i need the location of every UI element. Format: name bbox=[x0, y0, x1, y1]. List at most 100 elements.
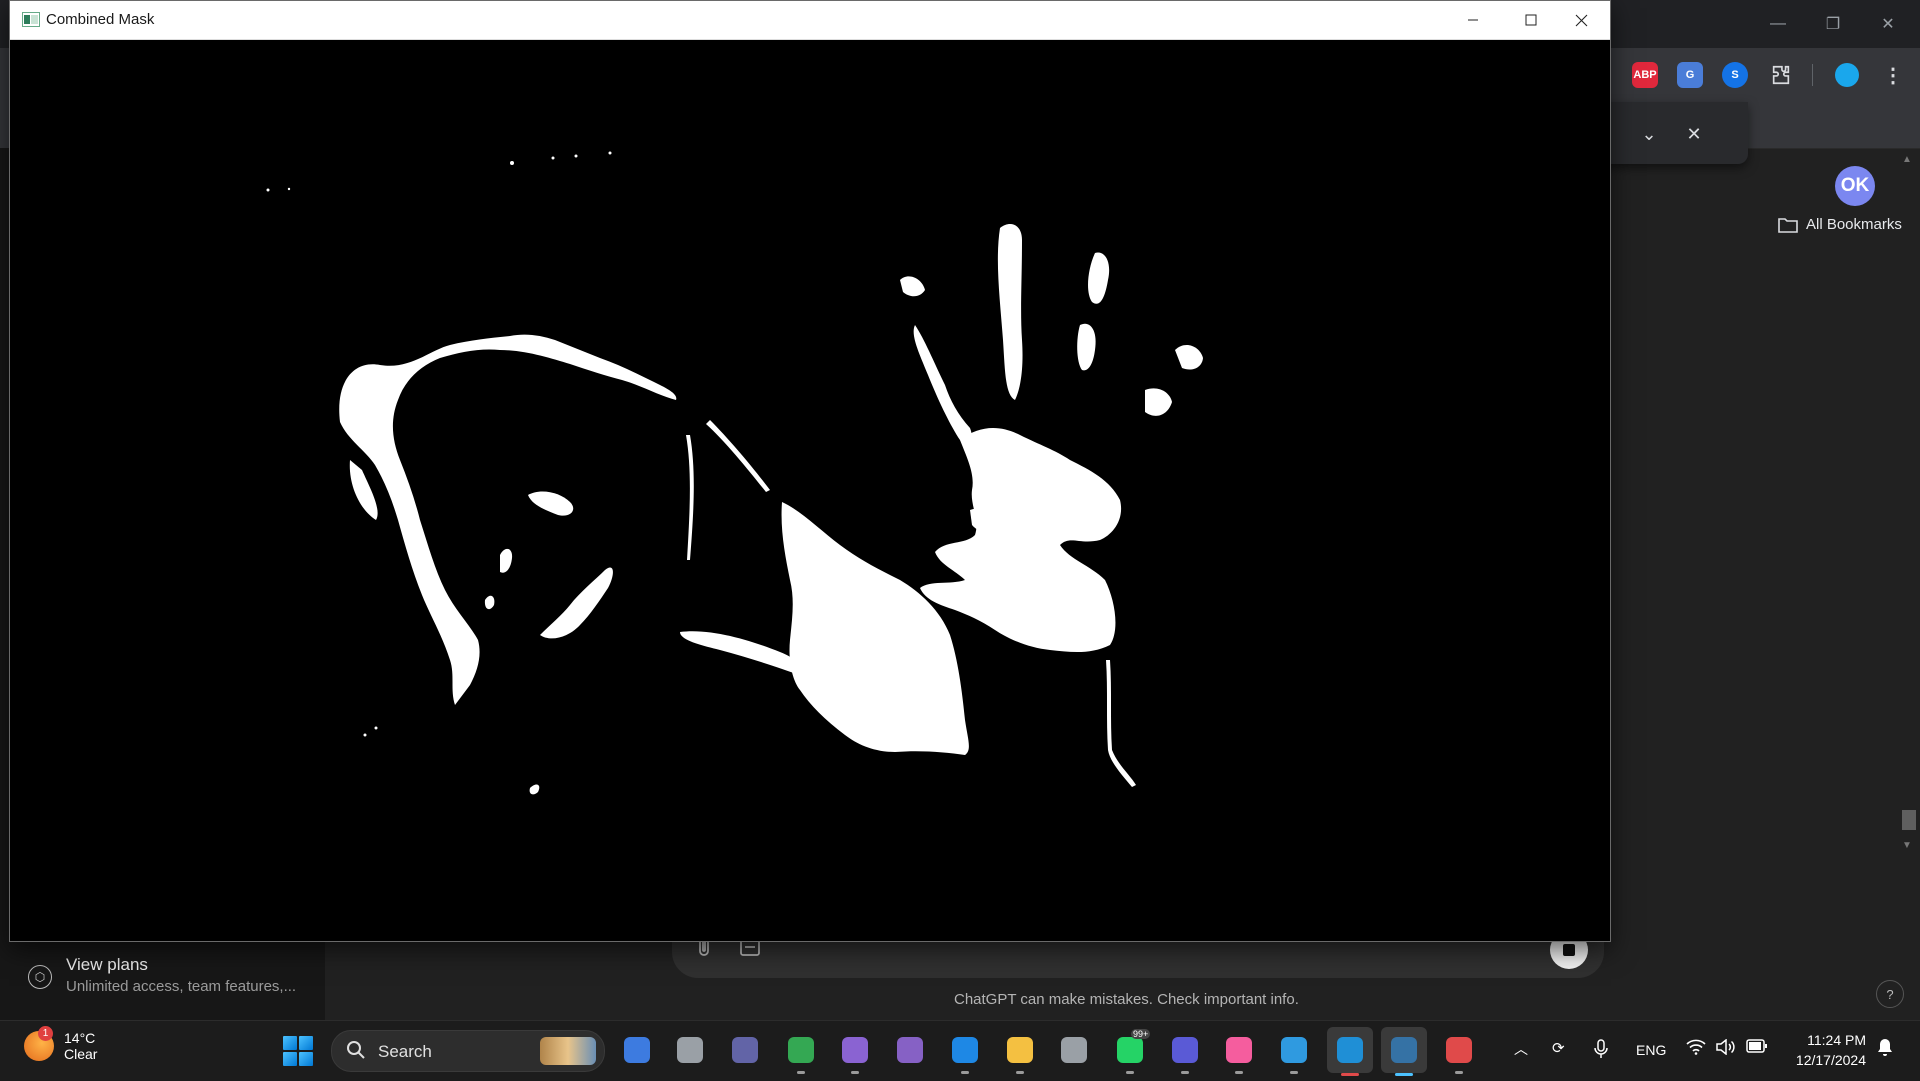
running-indicator bbox=[1126, 1071, 1134, 1074]
all-bookmarks-link[interactable]: All Bookmarks bbox=[1778, 216, 1902, 233]
window-titlebar[interactable]: Combined Mask bbox=[10, 1, 1610, 40]
adblock-plus-icon[interactable]: ABP bbox=[1632, 62, 1658, 88]
find-next-button[interactable]: ⌄ bbox=[1635, 120, 1663, 148]
notepad-glyph bbox=[1281, 1037, 1307, 1063]
weather-widget[interactable]: 1 14°C Clear bbox=[24, 1026, 98, 1062]
itunes-glyph bbox=[1226, 1037, 1252, 1063]
browser-minimize-button[interactable]: — bbox=[1758, 10, 1798, 38]
start-button[interactable] bbox=[283, 1036, 313, 1066]
whatsapp-badge: 99+ bbox=[1131, 1029, 1151, 1039]
help-button[interactable]: ? bbox=[1876, 980, 1904, 1008]
view-plans-subtitle: Unlimited access, team features,... bbox=[66, 978, 297, 995]
close-button[interactable] bbox=[1552, 1, 1610, 39]
teams-glyph bbox=[732, 1037, 758, 1063]
active-app-indicator bbox=[1395, 1073, 1413, 1076]
python-glyph bbox=[1391, 1037, 1417, 1063]
toolbar-divider bbox=[1812, 64, 1813, 86]
maximize-icon bbox=[1525, 14, 1537, 26]
running-indicator bbox=[961, 1071, 969, 1074]
vscode-glyph bbox=[952, 1037, 978, 1063]
browser-menu-icon[interactable]: ⋮ bbox=[1880, 62, 1906, 88]
browser-restore-button[interactable]: ❐ bbox=[1813, 10, 1853, 38]
microphone-icon[interactable] bbox=[1594, 1039, 1608, 1063]
running-indicator bbox=[1235, 1071, 1243, 1074]
google-translate-icon[interactable]: G bbox=[1677, 62, 1703, 88]
close-icon bbox=[1575, 14, 1587, 26]
search-label: Search bbox=[378, 1042, 432, 1061]
visual-studio-glyph bbox=[897, 1037, 923, 1063]
scrollbar-thumb[interactable] bbox=[1902, 810, 1916, 830]
view-plans-title: View plans bbox=[66, 955, 148, 974]
upgrade-icon: ⬡ bbox=[28, 965, 52, 989]
running-indicator bbox=[797, 1071, 805, 1074]
language-indicator[interactable]: ENG bbox=[1636, 1042, 1666, 1058]
scroll-down-arrow-icon[interactable]: ▼ bbox=[1902, 840, 1912, 851]
taskbar-search-box[interactable]: Search bbox=[331, 1030, 605, 1072]
file-explorer-icon[interactable] bbox=[1003, 1033, 1037, 1067]
wifi-icon[interactable] bbox=[1686, 1039, 1706, 1059]
running-indicator bbox=[851, 1071, 859, 1074]
shazam-icon[interactable]: S bbox=[1722, 62, 1748, 88]
sync-icon[interactable]: ⟳ bbox=[1552, 1039, 1565, 1057]
virtualbox-icon[interactable] bbox=[1057, 1033, 1091, 1067]
power-automate-icon[interactable] bbox=[838, 1033, 872, 1067]
user-avatar[interactable]: OK bbox=[1835, 166, 1875, 206]
running-indicator bbox=[1016, 1071, 1024, 1074]
folder-icon bbox=[1778, 217, 1798, 233]
browser-close-button[interactable]: ✕ bbox=[1868, 10, 1908, 38]
opencv-window-icon bbox=[22, 12, 40, 27]
all-bookmarks-label: All Bookmarks bbox=[1806, 216, 1902, 233]
combined-mask-window: Combined Mask bbox=[9, 0, 1611, 942]
paint-glyph bbox=[1337, 1037, 1363, 1063]
virtualbox-glyph bbox=[1061, 1037, 1087, 1063]
battery-icon[interactable] bbox=[1746, 1039, 1768, 1057]
find-close-button[interactable]: ✕ bbox=[1680, 120, 1708, 148]
scroll-up-arrow-icon[interactable]: ▲ bbox=[1902, 154, 1912, 165]
view-plans-button[interactable]: ⬡ View plans Unlimited access, team feat… bbox=[28, 955, 296, 995]
whatsapp-glyph bbox=[1117, 1037, 1143, 1063]
windows-logo-icon bbox=[283, 1036, 297, 1050]
running-indicator bbox=[1290, 1071, 1298, 1074]
running-indicator bbox=[1455, 1071, 1463, 1074]
itunes-icon[interactable] bbox=[1222, 1033, 1256, 1067]
windows-taskbar: 1 14°C Clear Search ︿ ⟳ ENG 11:24 PM 12/… bbox=[0, 1020, 1920, 1081]
cortana-glyph bbox=[1172, 1037, 1198, 1063]
visual-studio-icon[interactable] bbox=[893, 1033, 927, 1067]
disclaimer-text: ChatGPT can make mistakes. Check importa… bbox=[954, 991, 1299, 1008]
show-hidden-icons-chevron-icon[interactable]: ︿ bbox=[1514, 1039, 1528, 1059]
task-view-glyph bbox=[677, 1037, 703, 1063]
chrome-icon[interactable] bbox=[784, 1033, 818, 1067]
teams-icon[interactable] bbox=[728, 1033, 762, 1067]
chrome-glyph bbox=[788, 1037, 814, 1063]
notification-bell-icon[interactable] bbox=[1877, 1038, 1893, 1062]
stop-icon bbox=[1563, 944, 1575, 956]
file-explorer-glyph bbox=[1007, 1037, 1033, 1063]
snipping-tool-icon[interactable] bbox=[1442, 1033, 1476, 1067]
whatsapp-icon[interactable]: 99+ bbox=[1113, 1029, 1151, 1067]
python-icon[interactable] bbox=[1381, 1027, 1427, 1073]
system-clock[interactable]: 11:24 PM 12/17/2024 bbox=[1784, 1030, 1866, 1070]
minimize-icon bbox=[1468, 19, 1478, 21]
task-view-icon[interactable] bbox=[673, 1033, 707, 1067]
cortana-icon[interactable] bbox=[1168, 1033, 1202, 1067]
power-automate-glyph bbox=[842, 1037, 868, 1063]
clock-date: 12/17/2024 bbox=[1795, 1052, 1866, 1068]
weather-condition: Clear bbox=[64, 1046, 98, 1062]
copilot-pre-glyph bbox=[624, 1037, 650, 1063]
vscode-icon[interactable] bbox=[948, 1033, 982, 1067]
window-title: Combined Mask bbox=[46, 11, 155, 28]
binary-mask-image bbox=[10, 40, 1610, 940]
minimize-button[interactable] bbox=[1444, 1, 1502, 39]
running-indicator bbox=[1181, 1071, 1189, 1074]
clock-time: 11:24 PM bbox=[1807, 1032, 1866, 1048]
active-app-indicator bbox=[1341, 1073, 1359, 1076]
search-highlight-image bbox=[540, 1037, 596, 1065]
weather-notification-badge: 1 bbox=[38, 1026, 53, 1041]
extensions-puzzle-icon[interactable] bbox=[1768, 62, 1794, 88]
snipping-tool-glyph bbox=[1446, 1037, 1472, 1063]
paint-icon[interactable] bbox=[1327, 1027, 1373, 1073]
profile-avatar-icon[interactable] bbox=[1835, 63, 1859, 87]
notepad-icon[interactable] bbox=[1277, 1033, 1311, 1067]
volume-icon[interactable] bbox=[1716, 1038, 1736, 1059]
copilot-pre-icon[interactable] bbox=[620, 1033, 654, 1067]
